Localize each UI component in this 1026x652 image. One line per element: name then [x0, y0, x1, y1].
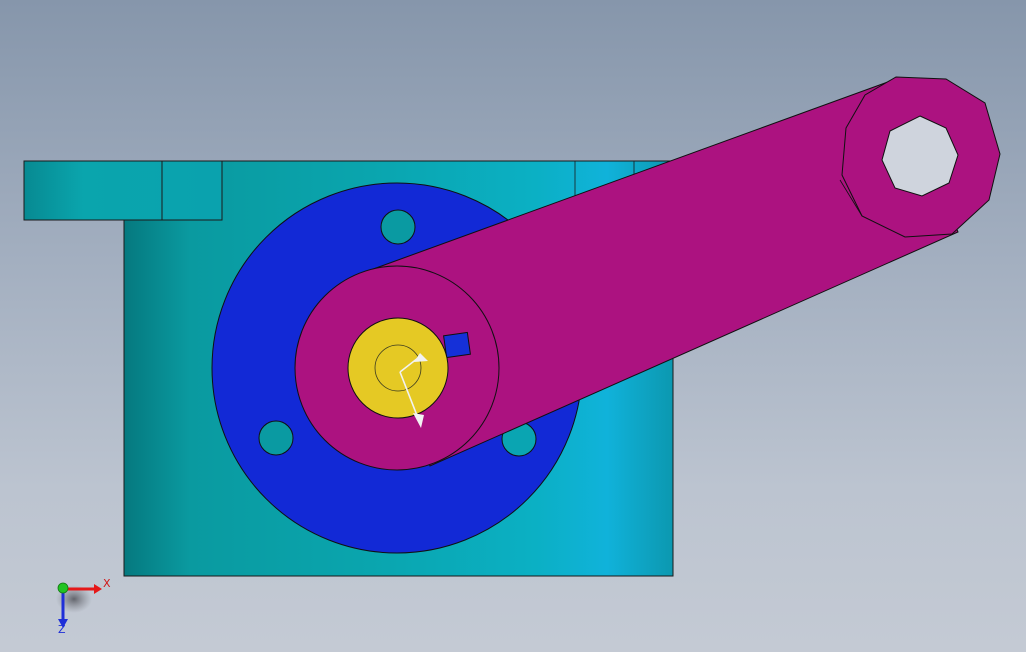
base-block-left-tab[interactable]: [23, 160, 223, 221]
shaft-end-face[interactable]: [347, 317, 449, 419]
flange-bolt-hole-top[interactable]: [380, 209, 416, 245]
triad-z-label: Z: [58, 623, 66, 636]
triad-x-label: X: [103, 577, 111, 590]
shaft-key[interactable]: [443, 331, 471, 359]
3d-graphics-viewport[interactable]: X Z: [0, 0, 1026, 652]
reference-triad: X Z: [56, 577, 111, 636]
triad-y-axis-icon: [57, 582, 69, 594]
flange-bolt-hole-left[interactable]: [258, 420, 294, 456]
shaft[interactable]: [347, 317, 449, 419]
triad-x-arrow-icon: [94, 584, 102, 594]
